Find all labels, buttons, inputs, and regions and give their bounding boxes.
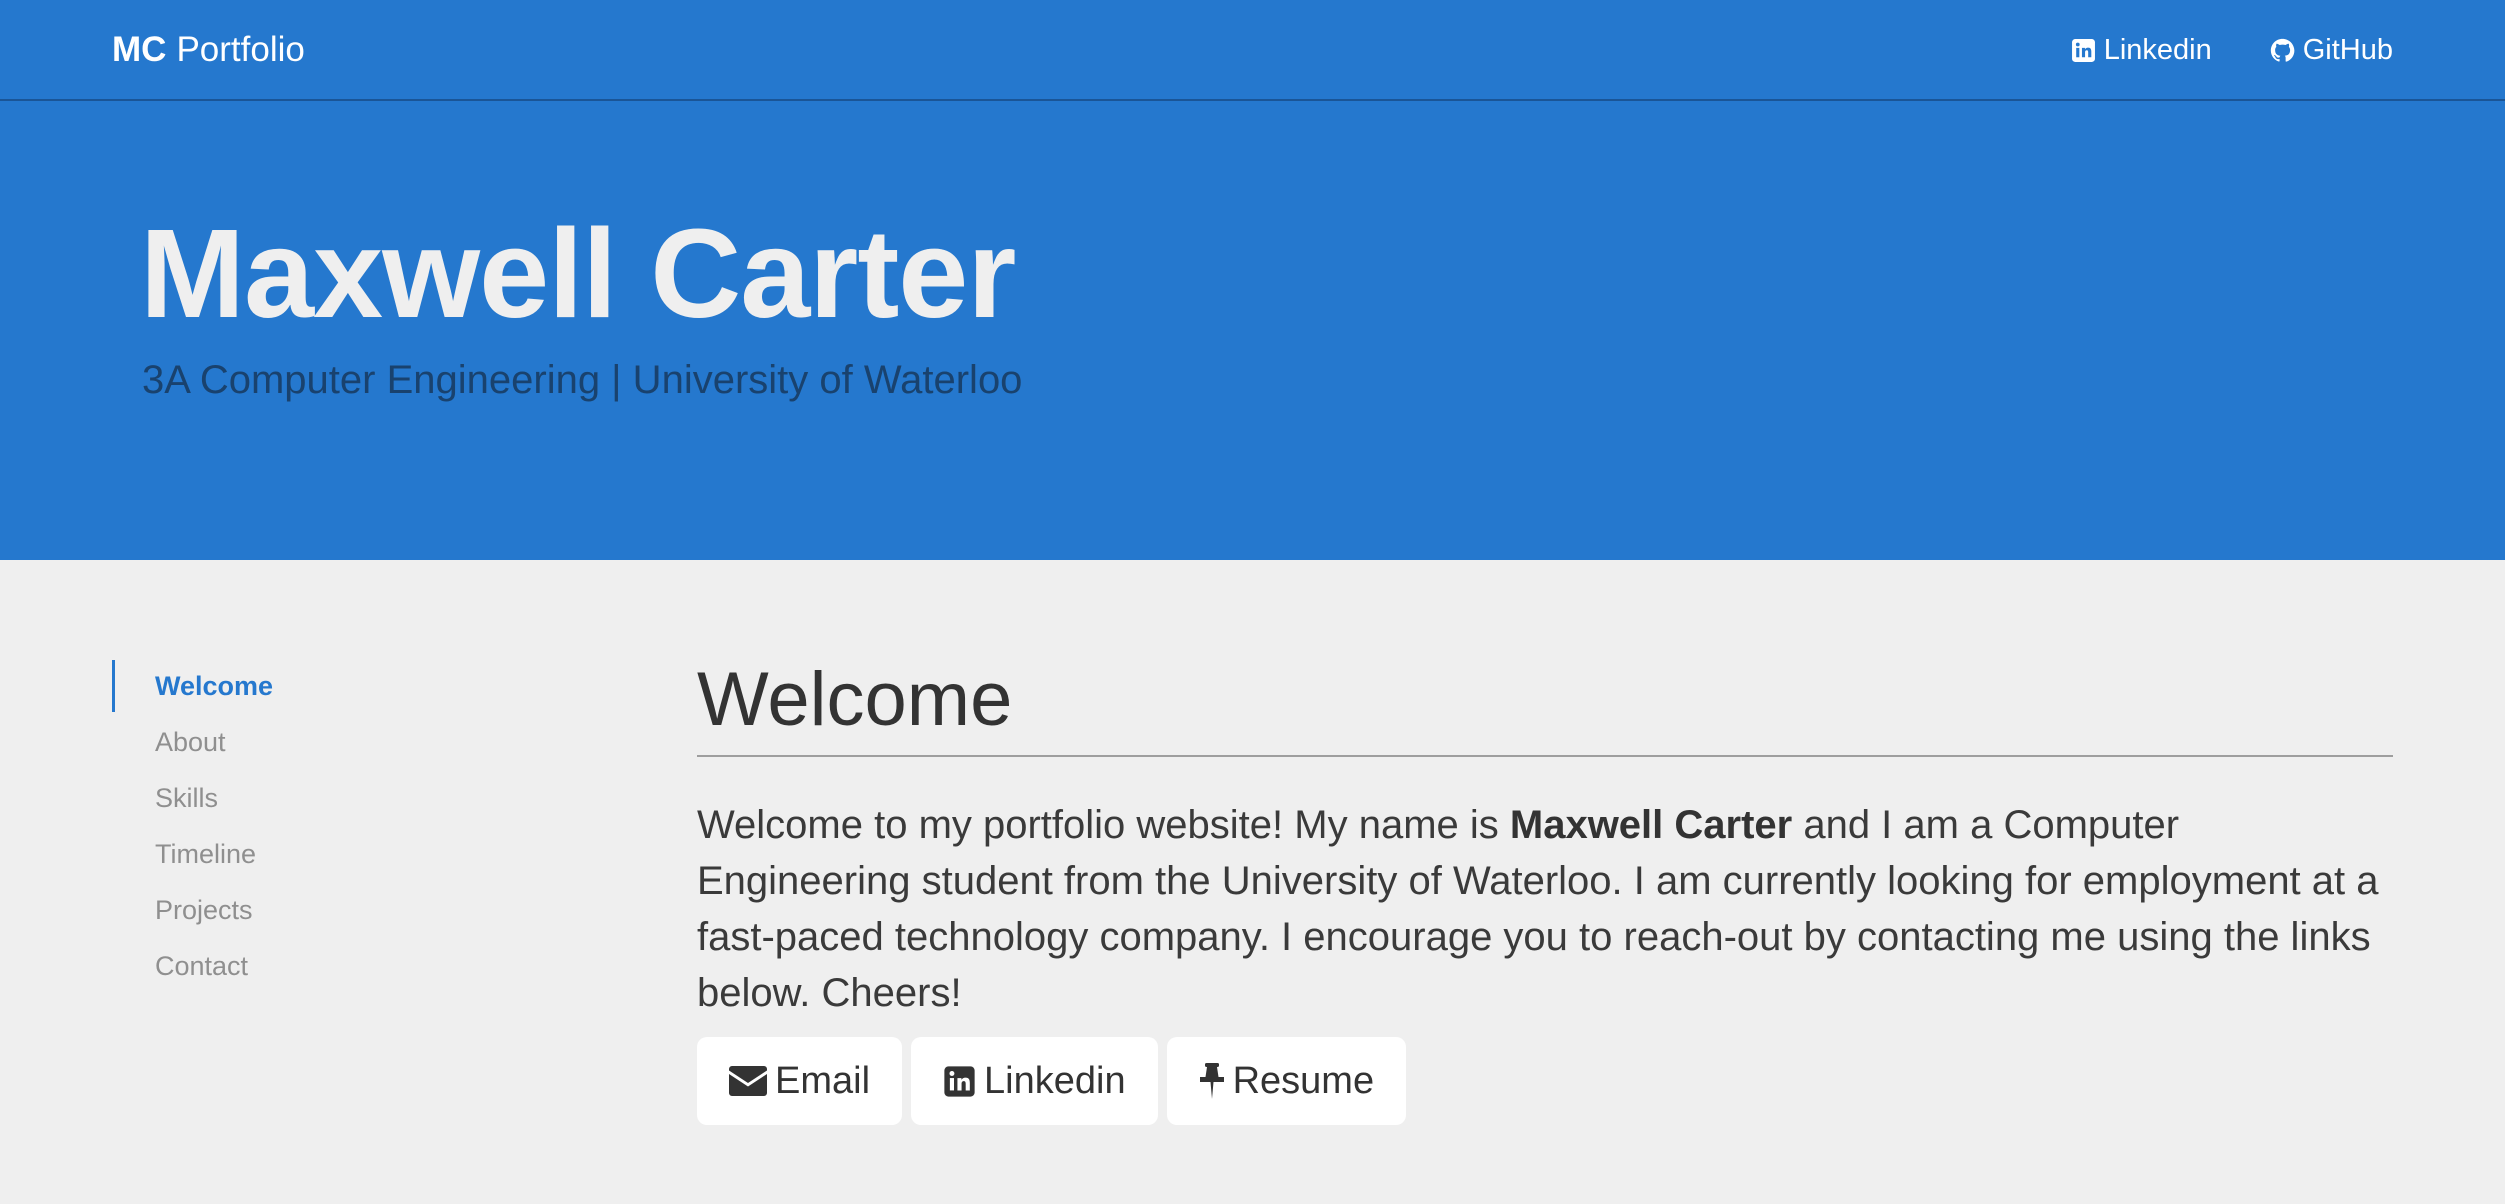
sidebar-item-timeline[interactable]: Timeline [112, 828, 512, 884]
hero-name: Maxwell Carter [140, 203, 1016, 344]
hero-subtitle: 3A Computer Engineering | University of … [142, 358, 1023, 402]
hero-banner: Maxwell Carter 3A Computer Engineering |… [0, 101, 2505, 560]
sidebar-item-contact[interactable]: Contact [112, 940, 512, 996]
linkedin-button[interactable]: Linkedin [911, 1037, 1158, 1125]
welcome-section: Welcome Welcome to my portfolio website!… [697, 655, 2393, 1125]
section-title: Welcome [697, 655, 2393, 757]
linkedin-button-label: Linkedin [984, 1059, 1126, 1102]
brand-initials: MC [112, 30, 167, 69]
top-navbar: MC Portfolio Linkedin GitHub [0, 0, 2505, 101]
sidebar-item-about[interactable]: About [112, 716, 512, 772]
navbar-linkedin-label: Linkedin [2103, 34, 2212, 66]
resume-button[interactable]: Resume [1166, 1037, 1407, 1125]
linkedin-icon [943, 1065, 976, 1098]
linkedin-icon [2071, 38, 2096, 63]
contact-buttons: Email Linkedin Resume [697, 1037, 2393, 1125]
sidebar-item-skills[interactable]: Skills [112, 772, 512, 828]
navbar-links: Linkedin GitHub [2071, 32, 2393, 68]
section-nav: Welcome About Skills Timeline Projects C… [112, 660, 512, 996]
email-button-label: Email [775, 1059, 871, 1102]
navbar-github-label: GitHub [2302, 34, 2393, 66]
welcome-text-intro: Welcome to my portfolio website! My name… [697, 803, 1510, 847]
welcome-paragraph: Welcome to my portfolio website! My name… [697, 797, 2393, 1021]
sidebar-item-projects[interactable]: Projects [112, 884, 512, 940]
brand-title: Portfolio [176, 30, 305, 69]
github-icon [2270, 38, 2295, 63]
navbar-linkedin-link[interactable]: Linkedin [2071, 32, 2212, 68]
sidebar-item-welcome[interactable]: Welcome [112, 660, 512, 716]
navbar-github-link[interactable]: GitHub [2270, 32, 2393, 68]
brand-logo[interactable]: MC Portfolio [112, 30, 305, 70]
welcome-text-name: Maxwell Carter [1509, 803, 1793, 847]
resume-button-label: Resume [1232, 1059, 1375, 1102]
email-button[interactable]: Email [697, 1037, 903, 1125]
pushpin-icon [1199, 1063, 1225, 1099]
envelope-icon [729, 1066, 767, 1096]
